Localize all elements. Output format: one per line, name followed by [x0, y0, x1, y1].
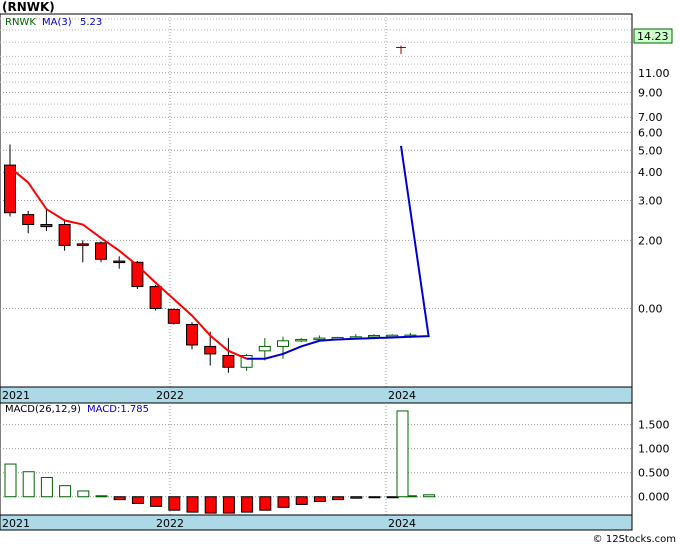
candle-body — [313, 337, 326, 341]
price-date-band — [0, 386, 633, 404]
macd-params-legend: MACD(26,12,9) — [5, 404, 81, 415]
candle-body — [149, 286, 162, 310]
candle-body — [222, 354, 235, 368]
macd-bar — [368, 496, 381, 499]
date-label: 2021 — [2, 389, 30, 402]
macd-bar — [4, 463, 17, 498]
candle-body — [258, 345, 271, 352]
price-tick-label: 3.00 — [638, 195, 663, 208]
chart-title: (RNWK) — [2, 0, 55, 14]
candle-body — [204, 345, 217, 355]
date-label: 2024 — [388, 517, 416, 530]
candle — [167, 308, 180, 325]
macd-bar — [40, 477, 53, 498]
macd-bar — [222, 496, 235, 514]
macd-bar — [186, 496, 199, 513]
candle-body — [40, 224, 53, 228]
candle-body — [277, 340, 289, 347]
price-tick-label: 11.00 — [638, 67, 670, 80]
candle-body — [4, 164, 16, 214]
macd-bar — [77, 490, 90, 498]
date-label: 2024 — [388, 389, 416, 402]
macd-tick-label: 0.000 — [638, 491, 670, 504]
candle-body — [186, 323, 198, 346]
macd-bar — [332, 496, 345, 501]
ma-legend-value: 5.23 — [80, 17, 102, 28]
date-label: 2021 — [2, 517, 30, 530]
macd-tick-label: 1.500 — [638, 419, 670, 432]
candle-body — [167, 308, 180, 324]
price-tick-label: 6.00 — [638, 126, 663, 139]
macd-bar — [204, 496, 217, 514]
macd-bar — [295, 496, 308, 505]
macd-bar — [150, 496, 163, 507]
macd-bar — [95, 495, 108, 498]
price-tick-label: 9.00 — [638, 86, 663, 99]
price-tick-label: 2.00 — [638, 234, 663, 247]
macd-bar — [350, 496, 363, 499]
macd-bar — [396, 410, 409, 498]
ma-legend-label: MA(3) — [42, 17, 72, 28]
macd-tick-label: 0.500 — [638, 467, 670, 480]
macd-tick-label: 1.000 — [638, 443, 670, 456]
macd-bar — [259, 496, 272, 511]
price-tick-label: 0.00 — [638, 303, 663, 316]
macd-value-legend: MACD:1.785 — [87, 404, 149, 415]
date-label: 2022 — [156, 517, 184, 530]
symbol-legend: RNWK — [5, 17, 36, 28]
macd-bar — [59, 485, 72, 498]
candle-body — [368, 334, 380, 338]
date-label: 2022 — [156, 389, 184, 402]
macd-bar — [277, 496, 290, 508]
macd-bar — [113, 496, 126, 501]
candle — [186, 322, 198, 350]
macd-bar — [22, 471, 35, 498]
watermark: © 12Stocks.com — [593, 534, 676, 545]
candle-body — [295, 338, 308, 342]
candle-body — [22, 214, 35, 226]
last-price-label: 14.23 — [637, 30, 669, 43]
macd-axis-ticks: 1.500 1.000 0.500 0.000 — [638, 419, 670, 504]
candle-body — [58, 224, 71, 246]
macd-bar — [131, 496, 144, 504]
candle-body — [113, 260, 126, 264]
macd-bar — [423, 494, 436, 498]
price-tick-label: 4.00 — [638, 166, 663, 179]
price-tick-label: 5.00 — [638, 144, 663, 157]
price-tick-label: 7.00 — [638, 111, 663, 124]
macd-bar — [168, 496, 181, 511]
stock-chart: 11.00 9.00 7.00 6.00 5.00 4.00 3.00 2.00 0.00 20… — [0, 0, 676, 545]
candle — [149, 285, 162, 311]
macd-bar — [241, 496, 254, 513]
candle-body — [76, 243, 89, 246]
candle-body — [95, 242, 107, 260]
candle — [95, 241, 107, 263]
price-axis-ticks: 11.00 9.00 7.00 6.00 5.00 4.00 3.00 2.00 0.00 — [638, 67, 670, 316]
macd-date-band — [0, 514, 633, 531]
macd-bar — [313, 496, 326, 503]
